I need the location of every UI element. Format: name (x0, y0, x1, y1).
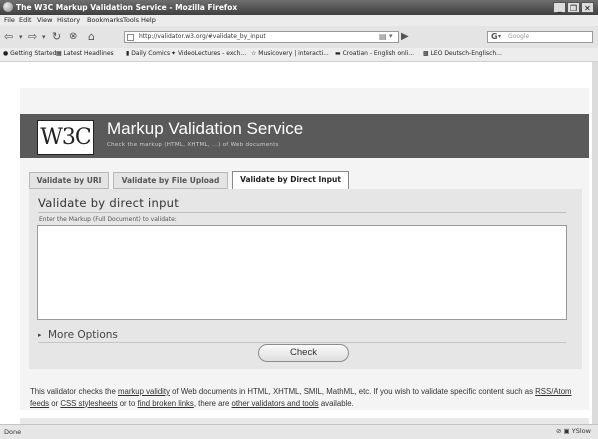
panel-divider (38, 212, 566, 213)
page-title: Markup Validation Service (107, 119, 304, 138)
status-text: Done (4, 428, 22, 436)
forward-dropdown-icon[interactable]: ▾ (42, 33, 46, 41)
header-banner (20, 114, 589, 158)
url-text: http://validator.w3.org/#validate_by_inp… (139, 33, 266, 40)
desc-text-6: available. (318, 398, 354, 408)
link-find-broken-links[interactable]: find broken links (137, 399, 193, 408)
link-other-validators[interactable]: other validators and tools (232, 399, 319, 408)
check-button[interactable]: Check (258, 344, 349, 362)
title-bar: The W3C Markup Validation Service - Mozi… (0, 0, 598, 15)
more-options-toggle[interactable]: More Options (48, 329, 118, 341)
bookmark-getting-started[interactable]: ● Getting Started (3, 50, 57, 57)
home-icon[interactable]: ⌂ (88, 30, 95, 43)
tab-validate-by-uri[interactable]: Validate by URI (29, 172, 109, 189)
options-divider (38, 342, 566, 343)
firefox-icon (3, 2, 13, 12)
link-markup-validity[interactable]: markup validity (118, 387, 170, 396)
bookmark-leo[interactable]: ▩ LEO Deutsch-Englisch... (423, 50, 502, 57)
bookmark-label: Croatian - English onli... (342, 50, 415, 57)
desc-text-3: or (49, 398, 61, 408)
bookmark-label: LEO Deutsch-Englisch... (430, 50, 502, 57)
menu-history[interactable]: History (57, 16, 80, 24)
page-icon (127, 34, 134, 41)
google-icon[interactable]: G (491, 32, 498, 41)
tab-validate-by-direct-input[interactable]: Validate by Direct Input (232, 171, 349, 190)
menu-view[interactable]: View (37, 16, 52, 24)
menu-file[interactable]: File (4, 16, 15, 24)
stop-icon[interactable]: ⊗ (69, 31, 77, 42)
menu-help[interactable]: Help (141, 16, 156, 24)
bookmark-label: Musicovery | interacti... (258, 50, 329, 57)
menu-bookmarks[interactable]: Bookmarks (87, 16, 123, 24)
bookmark-label: Daily Comics (131, 50, 171, 57)
status-addon[interactable]: ⊘ ▣ YSlow (556, 427, 591, 435)
bookmark-musicovery[interactable]: ☆ Musicovery | interacti... (251, 50, 329, 57)
yslow-label: YSlow (571, 427, 591, 435)
search-box[interactable]: Google (487, 31, 593, 43)
reload-icon[interactable]: ↻ (52, 30, 61, 43)
window-title: The W3C Markup Validation Service - Mozi… (16, 3, 238, 12)
bookmark-latest-headlines[interactable]: ▦ Latest Headlines (56, 50, 114, 57)
tab-validate-by-file-upload[interactable]: Validate by File Upload (113, 172, 228, 189)
page-subtitle: Check the markup (HTML, XHTML, ...) of W… (107, 142, 279, 148)
desc-text-4: or to (117, 398, 138, 408)
link-css-stylesheets[interactable]: CSS stylesheets (60, 399, 117, 408)
feed-icon[interactable]: ▤ (379, 32, 387, 41)
forward-icon[interactable]: ⇨ (28, 30, 37, 43)
close-button[interactable]: ✕ (581, 2, 594, 13)
back-dropdown-icon[interactable]: ▾ (19, 33, 23, 41)
go-icon[interactable]: ▶ (401, 31, 409, 42)
bookmark-label: Getting Started (10, 50, 57, 57)
bookmark-label: Latest Headlines (63, 50, 114, 57)
vertical-scrollbar[interactable] (592, 62, 598, 424)
desc-text-5: , there are (193, 398, 232, 408)
back-icon[interactable]: ⇦ (4, 30, 13, 43)
menu-edit[interactable]: Edit (19, 16, 32, 24)
url-bar[interactable]: http://validator.w3.org/#validate_by_inp… (124, 31, 399, 43)
expand-triangle-icon[interactable]: ▸ (38, 331, 42, 339)
desc-text-2: of Web documents in HTML, XHTML, SMIL, M… (169, 387, 536, 396)
bookmark-croatian-english[interactable]: ▬ Croatian - English onli... (335, 50, 414, 57)
markup-textarea[interactable] (37, 225, 567, 320)
navigation-toolbar: ⇦ ▾ ⇨ ▾ ↻ ⊗ ⌂ http://validator.w3.org/#v… (0, 26, 598, 49)
panel-heading: Validate by direct input (38, 196, 180, 210)
bookmark-daily-comics[interactable]: ▮ Daily Comics (126, 50, 170, 57)
maximize-button[interactable]: ❐ (567, 2, 580, 13)
bookmarks-bar: ● Getting Started ▦ Latest Headlines ▮ D… (0, 48, 598, 62)
desc-text-1: This validator checks the (30, 387, 118, 396)
bookmark-videolectures[interactable]: ✦ VideoLectures - exch... (171, 50, 246, 57)
description-text: This validator checks the markup validit… (30, 386, 590, 409)
w3c-logo[interactable]: W3C (37, 120, 94, 155)
url-dropdown-icon[interactable]: ▾ (389, 32, 393, 40)
bookmark-label: VideoLectures - exch... (177, 50, 247, 57)
minimize-button[interactable]: _ (553, 2, 566, 13)
menu-tools[interactable]: Tools (123, 16, 139, 24)
search-placeholder: Google (508, 33, 530, 40)
search-engine-dropdown-icon[interactable]: ▾ (498, 33, 501, 40)
status-bar: Done ⊘ ▣ YSlow (0, 424, 598, 439)
markup-label: Enter the Markup (Full Document) to vali… (39, 216, 177, 223)
